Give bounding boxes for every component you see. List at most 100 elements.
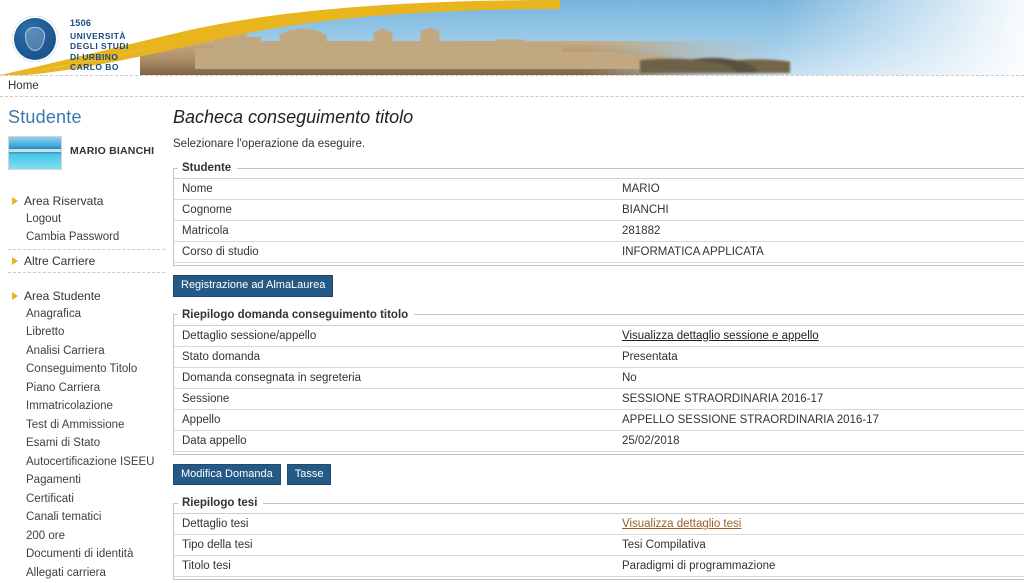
foundation-year: 1506 [70,18,92,28]
sidebar-divider [8,249,165,251]
sidebar-item-canali-tematici[interactable]: Canali tematici [26,509,165,528]
row-label: Matricola [174,220,614,242]
sidebar-item-certificati[interactable]: Certificati [26,490,165,509]
section-riepilogo-domanda: Riepilogo domanda conseguimento titolo D… [173,308,1024,455]
table-row: Corso di studio INFORMATICA APPLICATA [174,241,1024,263]
row-value: MARIO [614,178,1024,200]
user-name: MARIO BIANCHI [70,145,155,157]
detail-link[interactable]: Visualizza dettaglio tesi [622,518,741,530]
modifica-domanda-button[interactable]: Modifica Domanda [173,463,281,486]
user-block: MARIO BIANCHI [8,136,165,170]
tesi-table: Dettaglio tesi Visualizza dettaglio tesi … [174,513,1024,578]
sidebar-item-pagamenti[interactable]: Pagamenti [26,472,165,491]
sidebar: Studente MARIO BIANCHI Area Riservata Log… [0,97,165,583]
row-label: Dettaglio tesi [174,513,614,536]
registrazione-almalaurea-button[interactable]: Registrazione ad AlmaLaurea [173,275,334,297]
row-value: APPELLO SESSIONE STRAORDINARIA 2016-17 [614,408,1024,431]
domanda-button-row: Modifica Domanda Tasse [173,463,1024,486]
row-label: Cognome [174,199,614,221]
row-label: Titolo tesi [174,555,614,578]
table-row: Domanda consegnata in segreteria No [174,366,1024,389]
avatar [8,136,62,170]
sidebar-navigation: Area Riservata Logout Cambia Password Altre… [8,192,165,583]
table-row: Dettaglio sessione/appello Visualizza det… [174,324,1024,347]
page-subtitle: Selezionare l'operazione da eseguire. [173,138,366,150]
sidebar-item-area-riservata[interactable]: Area Riservata [8,192,165,210]
table-row: Data appello 25/02/2018 [174,429,1024,452]
sidebar-item-test-di-ammissione[interactable]: Test di Ammissione [26,416,165,435]
breadcrumb: Home [0,75,1024,97]
university-wordmark: 1506 UNIVERSITÀ DEGLI STUDI DI URBINO CA… [70,18,129,72]
row-label: Corso di studio [174,241,614,263]
row-label: Appello [174,408,614,431]
sidebar-item-documenti-di-identit-[interactable]: Documenti di identità [26,546,165,565]
tasse-button[interactable]: Tasse [286,463,332,486]
sidebar-item-logout[interactable]: Logout [26,210,165,229]
table-row: Nome MARIO [174,178,1024,200]
table-row: Appello APPELLO SESSIONE STRAORDINARIA 20… [174,408,1024,431]
sidebar-item-esami-di-stato[interactable]: Esami di Stato [26,435,165,454]
university-seal-logo [12,16,58,62]
site-header: 1506 UNIVERSITÀ DEGLI STUDI DI URBINO CA… [0,0,1024,75]
sidebar-item-cambia-password[interactable]: Cambia Password [26,229,165,248]
domanda-table: Dettaglio sessione/appello Visualizza det… [174,324,1024,452]
almalaurea-button-row: Registrazione ad AlmaLaurea [173,275,1024,297]
row-label: Sessione [174,387,614,410]
page-title: Bacheca conseguimento titolo [173,107,414,127]
wordmark-line-2: DEGLI STUDI [70,41,129,52]
sidebar-item-area-studente[interactable]: Area Studente [8,287,165,305]
sidebar-group-label: Altre Carriere [24,254,96,269]
row-value[interactable]: Visualizza dettaglio sessione e appello [614,324,1024,347]
sidebar-item-autocertificazione-iseeu[interactable]: Autocertificazione ISEEU [26,453,165,472]
sidebar-item-libretto[interactable]: Libretto [26,324,165,343]
panorama-trees [640,47,790,73]
section-riepilogo-domanda-legend: Riepilogo domanda conseguimento titolo [182,308,409,321]
section-studente-legend: Studente [182,162,232,174]
row-value: BIANCHI [614,199,1024,221]
row-value: 25/02/2018 [614,429,1024,452]
table-row: Titolo tesi Paradigmi di programmazione [174,555,1024,578]
sidebar-title: Studente [8,107,82,127]
sidebar-item-conseguimento-titolo[interactable]: Conseguimento Titolo [26,361,165,380]
sidebar-divider [8,272,165,274]
section-studente: Studente Nome MARIO Cognome BIANCHI Matricol… [173,162,1024,266]
table-row: Cognome BIANCHI [174,199,1024,221]
sidebar-group-area-studente: Area Studente Anagrafica Libretto Analisi C… [8,287,165,583]
sidebar-item-200-ore[interactable]: 200 ore [26,527,165,546]
wordmark-line-3: DI URBINO [70,51,119,62]
sidebar-item-analisi-carriera[interactable]: Analisi Carriera [26,342,165,361]
main-content: Bacheca conseguimento titolo Selezionare… [165,97,1024,583]
row-value: Presentata [614,345,1024,368]
sidebar-item-anagrafica[interactable]: Anagrafica [26,305,165,324]
detail-link[interactable]: Visualizza dettaglio sessione e appello [622,330,819,342]
sidebar-item-allegati-carriera[interactable]: Allegati carriera [26,564,165,583]
section-riepilogo-tesi: Riepilogo tesi Dettaglio tesi Visualizza … [173,497,1024,581]
row-value[interactable]: Visualizza dettaglio tesi [614,513,1024,536]
sidebar-sublist: Anagrafica Libretto Analisi Carriera Conseg… [8,305,165,583]
row-label: Tipo della tesi [174,534,614,557]
sidebar-sublist: Logout Cambia Password [8,210,165,247]
sidebar-group-label: Area Riservata [24,194,104,208]
table-row: Matricola 281882 [174,220,1024,242]
table-row: Sessione SESSIONE STRAORDINARIA 2016-17 [174,387,1024,410]
wordmark-line-4: CARLO BO [70,62,119,73]
sidebar-item-immatricolazione[interactable]: Immatricolazione [26,398,165,417]
arrow-right-icon [12,257,18,266]
row-label: Data appello [174,429,614,452]
seal-crest-icon [25,27,45,51]
arrow-right-icon [12,292,18,301]
wordmark-line-1: UNIVERSITÀ [70,30,126,41]
sidebar-item-piano-carriera[interactable]: Piano Carriera [26,379,165,398]
sidebar-group-area-riservata: Area Riservata Logout Cambia Password [8,192,165,247]
table-row: Dettaglio tesi Visualizza dettaglio tesi [174,513,1024,536]
sidebar-group-altre-carriere: Altre Carriere [8,252,165,270]
row-value: Tesi Compilativa [614,534,1024,557]
row-value: 281882 [614,220,1024,242]
row-label: Dettaglio sessione/appello [174,324,614,347]
table-row: Stato domanda Presentata [174,345,1024,368]
sidebar-item-altre-carriere[interactable]: Altre Carriere [8,252,165,270]
table-row: Tipo della tesi Tesi Compilativa [174,534,1024,557]
breadcrumb-item-home[interactable]: Home [8,80,39,92]
row-label: Stato domanda [174,345,614,368]
